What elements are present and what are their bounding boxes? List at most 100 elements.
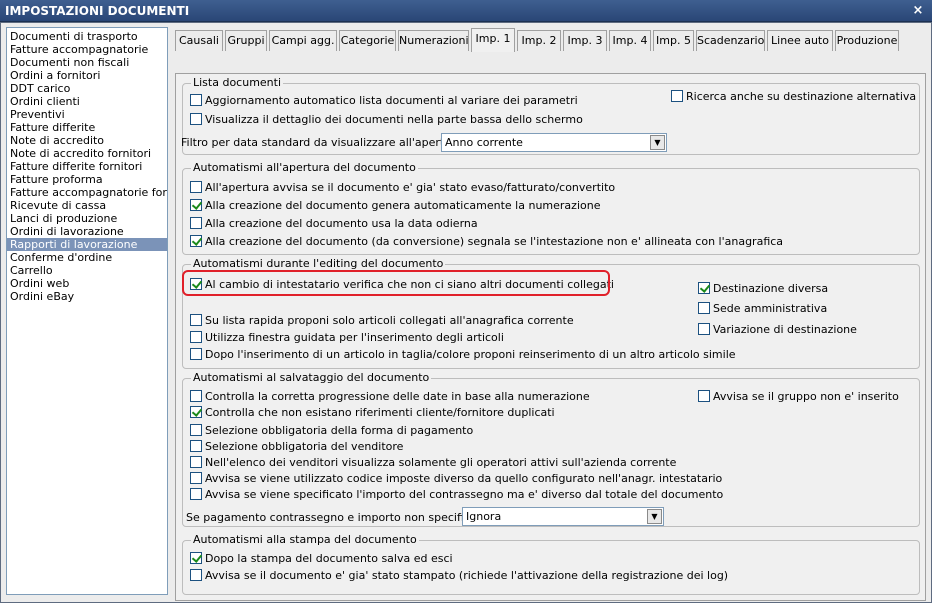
group-title: Automatismi durante l'editing del docume… [191,257,446,270]
list-item[interactable]: Documenti di trasporto [7,30,167,43]
checkbox-box[interactable] [190,94,202,106]
checkbox-box[interactable] [190,569,202,581]
checkbox-box[interactable] [190,314,202,326]
checkbox-box[interactable] [190,113,202,125]
checkbox-segnala-intestazione[interactable]: Alla creazione del documento (da convers… [190,235,783,249]
tab-scadenzario[interactable]: Scadenzario [696,30,765,51]
list-item[interactable]: Ordini di lavorazione [7,225,167,238]
tab-imp-3[interactable]: Imp. 3 [563,30,607,51]
list-item[interactable]: Ricevute di cassa [7,199,167,212]
filter-label: Filtro per data standard da visualizzare… [181,136,470,149]
filter-date-select[interactable]: Anno corrente ▼ [441,133,667,152]
checkbox-box[interactable] [190,181,202,193]
window-title-bar: IMPOSTAZIONI DOCUMENTI × [0,0,932,22]
chevron-down-icon[interactable]: ▼ [647,509,662,524]
group-lista-documenti: Lista documenti Aggiornamento automatico… [181,76,920,155]
settings-window: Documenti di trasporto Fatture accompagna… [0,22,932,603]
group-title: Automatismi all'apertura del documento [191,161,418,174]
tab-linee-auto[interactable]: Linee auto [767,30,833,51]
tab-imp-1[interactable]: Imp. 1 [471,28,515,52]
tab-imp-4[interactable]: Imp. 4 [609,30,651,51]
tab-categorie[interactable]: Categorie [339,30,396,51]
checkbox-box[interactable] [698,282,710,294]
checkbox-box[interactable] [190,552,202,564]
checkbox-venditore[interactable]: Selezione obbligatoria del venditore [190,440,403,454]
group-title: Automatismi al salvataggio del documento [191,371,432,384]
checkbox-variazione-destinazione[interactable]: Variazione di destinazione [698,323,857,337]
group-apertura: Automatismi all'apertura del documento A… [182,161,920,255]
tab-imp-5[interactable]: Imp. 5 [653,30,694,51]
checkbox-box[interactable] [698,390,710,402]
list-item[interactable]: Fatture differite [7,121,167,134]
group-salvataggio: Automatismi al salvataggio del documento… [182,371,920,527]
window-title: IMPOSTAZIONI DOCUMENTI [5,4,190,18]
tab-numerazioni[interactable]: Numerazioni [398,30,469,51]
list-item[interactable]: Lanci di produzione [7,212,167,225]
list-item[interactable]: Ordini clienti [7,95,167,108]
checkbox-box[interactable] [190,348,202,360]
contrassegno-label: Se pagamento contrassegno e importo non … [186,511,495,524]
checkbox-box[interactable] [190,390,202,402]
checkbox-sede-amministrativa[interactable]: Sede amministrativa [698,302,827,316]
group-stampa: Automatismi alla stampa del documento Do… [182,533,920,595]
list-item[interactable]: DDT carico [7,82,167,95]
checkbox-taglia-colore[interactable]: Dopo l'inserimento di un articolo in tag… [190,348,736,362]
checkbox-codice-imposte[interactable]: Avvisa se viene utilizzato codice impost… [190,472,722,486]
list-item[interactable]: Documenti non fiscali [7,56,167,69]
checkbox-visualizza-dettaglio[interactable]: Visualizza il dettaglio dei documenti ne… [190,113,583,127]
list-item[interactable]: Fatture accompagnatorie fornitori [7,186,167,199]
list-item[interactable]: Ordini web [7,277,167,290]
checkbox-box[interactable] [190,456,202,468]
checkbox-box[interactable] [698,302,710,314]
list-item[interactable]: Fatture proforma [7,173,167,186]
checkbox-destinazione-diversa[interactable]: Destinazione diversa [698,282,828,296]
checkbox-contrassegno[interactable]: Avvisa se viene specificato l'importo de… [190,488,723,502]
group-title: Lista documenti [191,76,284,89]
checkbox-gruppo-inserito[interactable]: Avvisa se il gruppo non e' inserito [698,390,899,404]
close-icon[interactable]: × [910,3,926,19]
list-item[interactable]: Ordini eBay [7,290,167,303]
checkbox-genera-numerazione[interactable]: Alla creazione del documento genera auto… [190,199,600,213]
document-type-list[interactable]: Documenti di trasporto Fatture accompagna… [6,27,168,595]
list-item[interactable]: Preventivi [7,108,167,121]
contrassegno-select[interactable]: Ignora ▼ [462,507,664,526]
checkbox-lista-rapida[interactable]: Su lista rapida proponi solo articoli co… [190,314,574,328]
highlight-annotation [182,270,610,296]
tab-campi-agg[interactable]: Campi agg. [269,30,337,51]
list-item[interactable]: Carrello [7,264,167,277]
list-item[interactable]: Note di accredito fornitori [7,147,167,160]
list-item[interactable]: Rapporti di lavorazione [7,238,167,251]
checkbox-box[interactable] [190,331,202,343]
checkbox-operatori-attivi[interactable]: Nell'elenco dei venditori visualizza sol… [190,456,676,470]
checkbox-riferimenti-duplicati[interactable]: Controlla che non esistano riferimenti c… [190,406,555,420]
checkbox-box[interactable] [190,235,202,247]
checkbox-box[interactable] [190,406,202,418]
list-item[interactable]: Fatture differite fornitori [7,160,167,173]
checkbox-avvisa-evaso[interactable]: All'apertura avvisa se il documento e' g… [190,181,615,195]
checkbox-ricerca-destinazione[interactable]: Ricerca anche su destinazione alternativ… [671,90,916,104]
checkbox-salva-esci[interactable]: Dopo la stampa del documento salva ed es… [190,552,453,566]
tab-gruppi[interactable]: Gruppi [225,30,267,51]
checkbox-box[interactable] [671,90,683,102]
list-item[interactable]: Conferme d'ordine [7,251,167,264]
checkbox-box[interactable] [190,199,202,211]
list-item[interactable]: Fatture accompagnatorie [7,43,167,56]
checkbox-box[interactable] [190,472,202,484]
tab-produzione[interactable]: Produzione [835,30,899,51]
checkbox-box[interactable] [190,217,202,229]
list-item[interactable]: Ordini a fornitori [7,69,167,82]
checkbox-data-odierna[interactable]: Alla creazione del documento usa la data… [190,217,478,231]
checkbox-gia-stampato[interactable]: Avvisa se il documento e' gia' stato sta… [190,569,728,583]
checkbox-box[interactable] [190,488,202,500]
checkbox-finestra-guidata[interactable]: Utilizza finestra guidata per l'inserime… [190,331,504,345]
checkbox-aggiornamento-automatico[interactable]: Aggiornamento automatico lista documenti… [190,94,578,108]
checkbox-box[interactable] [698,323,710,335]
checkbox-forma-pagamento[interactable]: Selezione obbligatoria della forma di pa… [190,424,473,438]
tab-imp-2[interactable]: Imp. 2 [517,30,561,51]
checkbox-box[interactable] [190,440,202,452]
tab-causali[interactable]: Causali [175,30,223,51]
checkbox-box[interactable] [190,424,202,436]
chevron-down-icon[interactable]: ▼ [650,135,665,150]
checkbox-progressione-date[interactable]: Controlla la corretta progressione delle… [190,390,590,404]
list-item[interactable]: Note di accredito [7,134,167,147]
